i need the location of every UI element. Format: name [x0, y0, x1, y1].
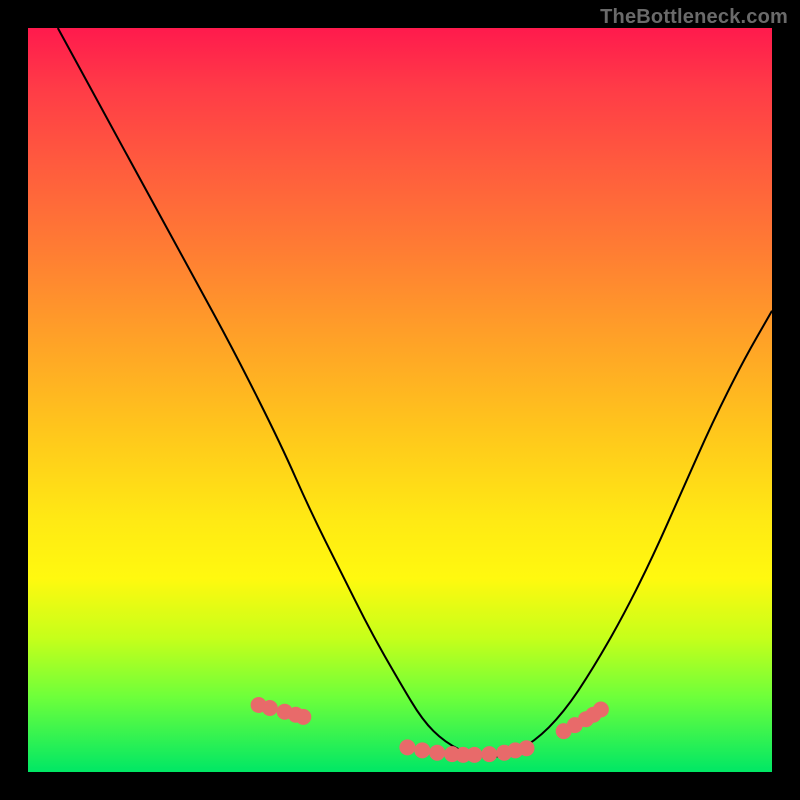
watermark-text: TheBottleneck.com: [600, 6, 788, 29]
marker-dot: [414, 742, 430, 758]
marker-dot: [593, 702, 609, 718]
bottleneck-chart: [28, 28, 772, 772]
marker-dot: [295, 709, 311, 725]
marker-dot: [399, 739, 415, 755]
bottleneck-curve: [58, 28, 772, 757]
marker-dot: [481, 746, 497, 762]
marker-dot: [519, 740, 535, 756]
marker-dot: [466, 747, 482, 763]
marker-dot: [429, 745, 445, 761]
chart-frame: TheBottleneck.com: [0, 0, 800, 800]
marker-dot: [262, 700, 278, 716]
marker-group: [251, 697, 609, 763]
